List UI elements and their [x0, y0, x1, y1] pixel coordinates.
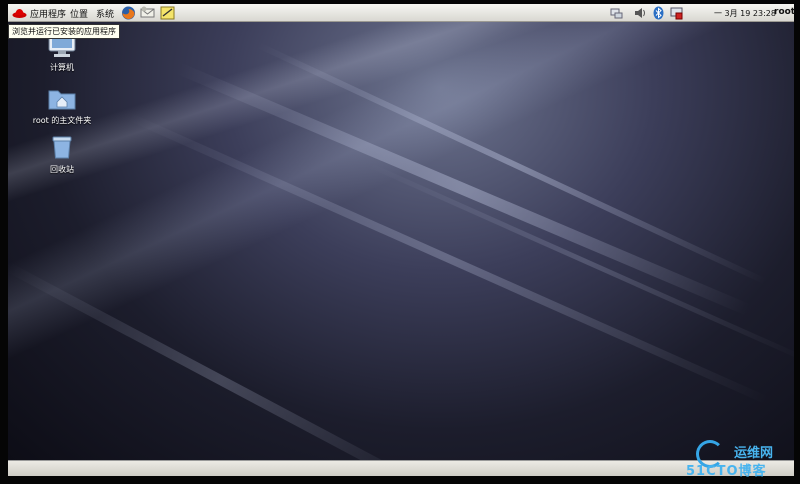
- trash-icon: [52, 136, 72, 159]
- top-panel: 应用程序 位置 系统 一 3月 19 23:28 root: [8, 4, 795, 22]
- menu-system[interactable]: 系统: [96, 7, 114, 20]
- wallpaper-streak: [126, 112, 770, 405]
- wallpaper-streak: [256, 42, 767, 285]
- redhat-icon[interactable]: [12, 6, 27, 20]
- watermark-title: 运维网: [734, 446, 774, 461]
- desktop-icon-label: 计算机: [50, 63, 74, 72]
- bluetooth-icon[interactable]: [652, 6, 665, 20]
- wallpaper-streak: [8, 262, 435, 460]
- network-icon[interactable]: [610, 6, 623, 20]
- menu-places[interactable]: 位置: [70, 7, 88, 20]
- firefox-icon[interactable]: [121, 6, 136, 20]
- update-icon[interactable]: [670, 6, 683, 20]
- desktop-background: 计算机 root 的主文件夹 回收站: [8, 22, 794, 460]
- home-folder-icon: [48, 90, 76, 110]
- applications-tooltip: 浏览并运行已安装的应用程序: [8, 24, 120, 39]
- volume-icon[interactable]: [634, 6, 647, 20]
- desktop-icon-label: 回收站: [50, 165, 74, 174]
- watermark: 运维网 51CTO博客: [686, 438, 794, 479]
- user-name[interactable]: root: [774, 7, 795, 17]
- notes-icon[interactable]: [160, 6, 175, 20]
- watermark-subtitle: 51CTO博客: [686, 464, 767, 479]
- menu-applications[interactable]: 应用程序: [30, 7, 66, 20]
- clock[interactable]: 一 3月 19 23:28: [714, 8, 776, 19]
- desktop-icon-home-folder[interactable]: root 的主文件夹: [25, 85, 99, 126]
- bottom-panel: [8, 460, 794, 476]
- email-icon[interactable]: [140, 6, 155, 20]
- desktop-icon-label: root 的主文件夹: [32, 116, 92, 125]
- wallpaper-streak: [175, 62, 752, 316]
- desktop-icon-trash[interactable]: 回收站: [25, 134, 99, 175]
